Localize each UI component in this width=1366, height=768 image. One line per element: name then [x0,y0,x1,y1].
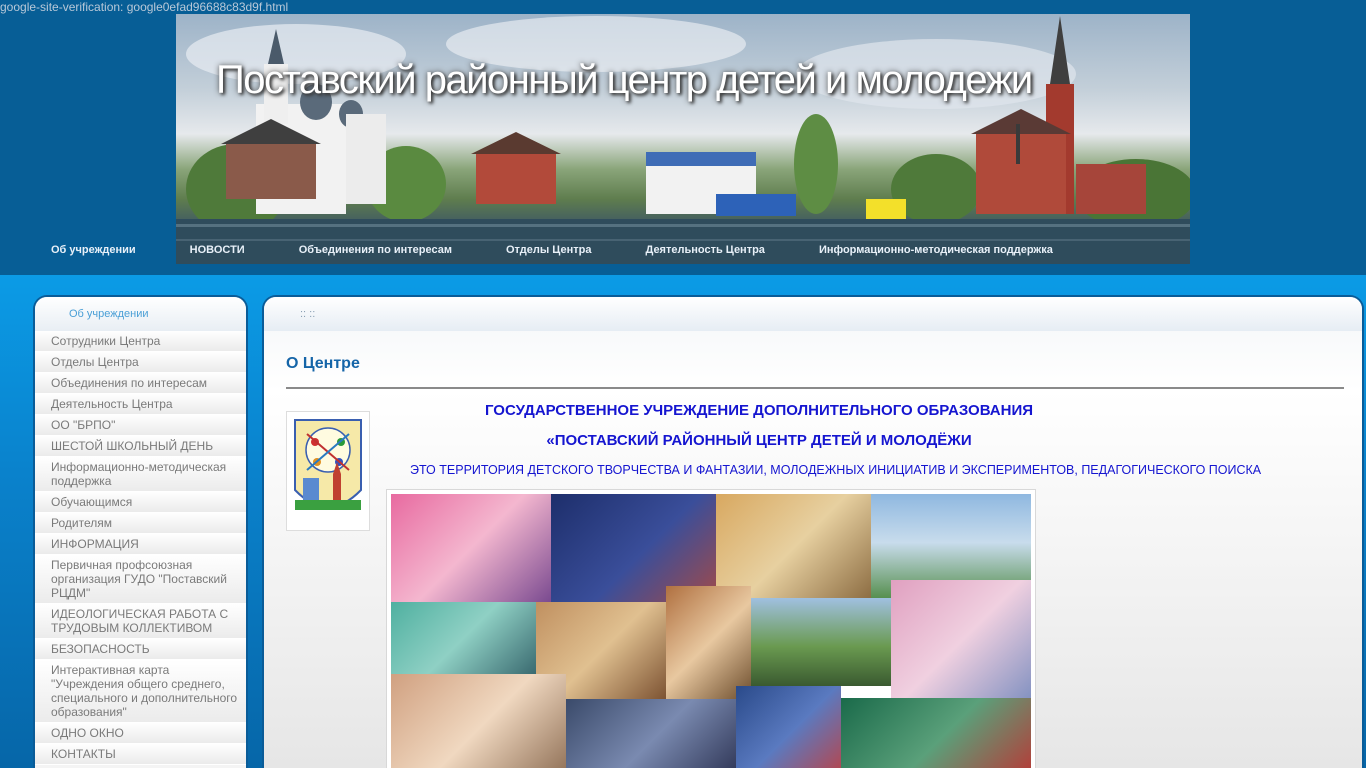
title-divider [286,387,1344,389]
sidebar-item-interactive-map[interactable]: Интерактивная карта "Учреждения общего с… [35,660,246,723]
collage-photo-costumes [841,698,1031,768]
collage-photo-group-indoor [566,699,736,768]
topnav-about[interactable]: Об учреждении [51,244,136,258]
collage-photo-karting [751,598,891,686]
verification-text: google-site-verification: google0efad966… [0,0,289,14]
sidebar-item-departments[interactable]: Отделы Центра [35,352,246,373]
sidebar-item-activity[interactable]: Деятельность Центра [35,394,246,415]
town-panorama-image [176,16,1190,264]
header-banner: Поставский районный центр детей и молоде… [176,14,1190,264]
sidebar-item-sixth-school-day[interactable]: ШЕСТОЙ ШКОЛЬНЫЙ ДЕНЬ [35,436,246,457]
topnav-departments[interactable]: Отделы Центра [506,244,592,258]
photo-collage [386,489,1036,768]
topnav-clubs[interactable]: Объединения по интересам [299,244,452,258]
sidebar-item-trade-union[interactable]: Первичная профсоюзная организация ГУДО "… [35,555,246,604]
tagline: ЭТО ТЕРРИТОРИЯ ДЕТСКОГО ТВОРЧЕСТВА И ФАН… [410,463,1262,477]
sidebar-item-one-window[interactable]: ОДНО ОКНО [35,723,246,744]
sidebar-item-safety[interactable]: БЕЗОПАСНОСТЬ [35,639,246,660]
site-title: Поставский районный центр детей и молоде… [216,58,1033,102]
sidebar-item-staff[interactable]: Сотрудники Центра [35,331,246,352]
collage-photo-celebration [891,580,1031,698]
logo-emblem-image [287,412,369,530]
collage-photo-award [666,586,751,701]
top-navigation: Об учреждении НОВОСТИ Объединения по инт… [33,244,1089,258]
sidebar-item-ideological-work[interactable]: ИДЕОЛОГИЧЕСКАЯ РАБОТА С ТРУДОВЫМ КОЛЛЕКТ… [35,604,246,639]
sidebar-heading[interactable]: Об учреждении [35,297,246,331]
sidebar: Об учреждении Сотрудники Центра Отделы Ц… [33,295,248,768]
sidebar-item-methodical-support[interactable]: Информационно-методическая поддержка [35,457,246,492]
topnav-activity[interactable]: Деятельность Центра [645,244,764,258]
sidebar-item-information[interactable]: ИНФОРМАЦИЯ [35,534,246,555]
page-title: О Центре [286,355,360,372]
breadcrumb: :: :: [264,297,1362,331]
sidebar-item-parents[interactable]: Родителям [35,513,246,534]
sidebar-item-brpo[interactable]: ОО "БРПО" [35,415,246,436]
org-name-line-2: «ПОСТАВСКИЙ РАЙОННЫЙ ЦЕНТР ДЕТЕЙ И МОЛОД… [546,432,972,449]
collage-photo-dancers [391,494,551,602]
collage-photo-workshop [391,674,566,768]
collage-photo-stage-dance [391,602,536,674]
org-name-line-1: ГОСУДАРСТВЕННОЕ УЧРЕЖДЕНИЕ ДОПОЛНИТЕЛЬНО… [484,402,1034,419]
topnav-news[interactable]: НОВОСТИ [190,244,245,258]
topnav-methodical-support[interactable]: Информационно-методическая поддержка [819,244,1053,258]
main-content: :: :: О Центре ГОСУДАРСТВЕННОЕ УЧРЕЖДЕНИ… [262,295,1364,768]
collage-photo-new-year [736,686,841,768]
sidebar-item-clubs[interactable]: Объединения по интересам [35,373,246,394]
center-logo [286,411,370,531]
sidebar-item-students[interactable]: Обучающимся [35,492,246,513]
sidebar-item-contacts[interactable]: КОНТАКТЫ [35,744,246,765]
